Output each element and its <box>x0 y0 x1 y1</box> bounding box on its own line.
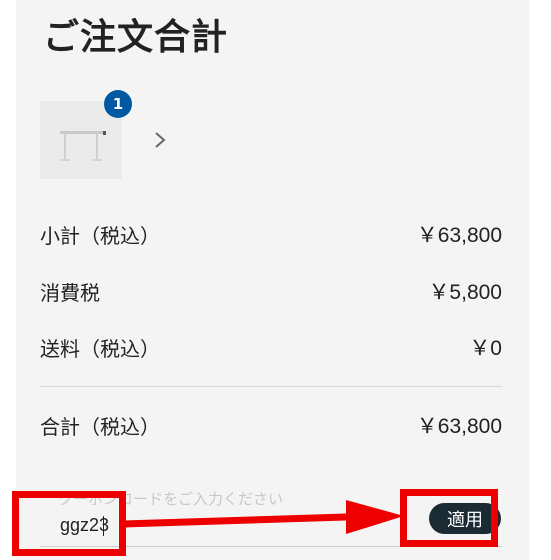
tax-value: ￥5,800 <box>428 281 502 304</box>
page-title: ご注文合計 <box>43 17 229 58</box>
divider <box>40 386 502 387</box>
shipping-row: 送料（税込） ￥0 <box>40 332 502 362</box>
tax-label: 消費税 <box>40 280 100 305</box>
shipping-value: ￥0 <box>469 337 502 360</box>
total-row: 合計（税込） ￥63,800 <box>40 410 502 440</box>
cart-count-badge: 1 <box>104 90 132 118</box>
total-label: 合計（税込） <box>40 414 160 439</box>
total-value: ￥63,800 <box>416 415 502 438</box>
tax-row: 消費税 ￥5,800 <box>40 276 502 306</box>
subtotal-label: 小計（税込） <box>40 223 160 248</box>
order-summary-panel: ご注文合計 1 小計（税込） ￥63,800 消費税 ￥5,800 送料（税込）… <box>16 0 529 560</box>
shipping-label: 送料（税込） <box>40 336 160 361</box>
chevron-right-icon[interactable] <box>148 126 172 154</box>
subtotal-value: ￥63,800 <box>416 224 502 247</box>
button-highlight-box <box>400 489 498 547</box>
input-highlight-box <box>12 491 126 556</box>
subtotal-row: 小計（税込） ￥63,800 <box>40 219 502 249</box>
